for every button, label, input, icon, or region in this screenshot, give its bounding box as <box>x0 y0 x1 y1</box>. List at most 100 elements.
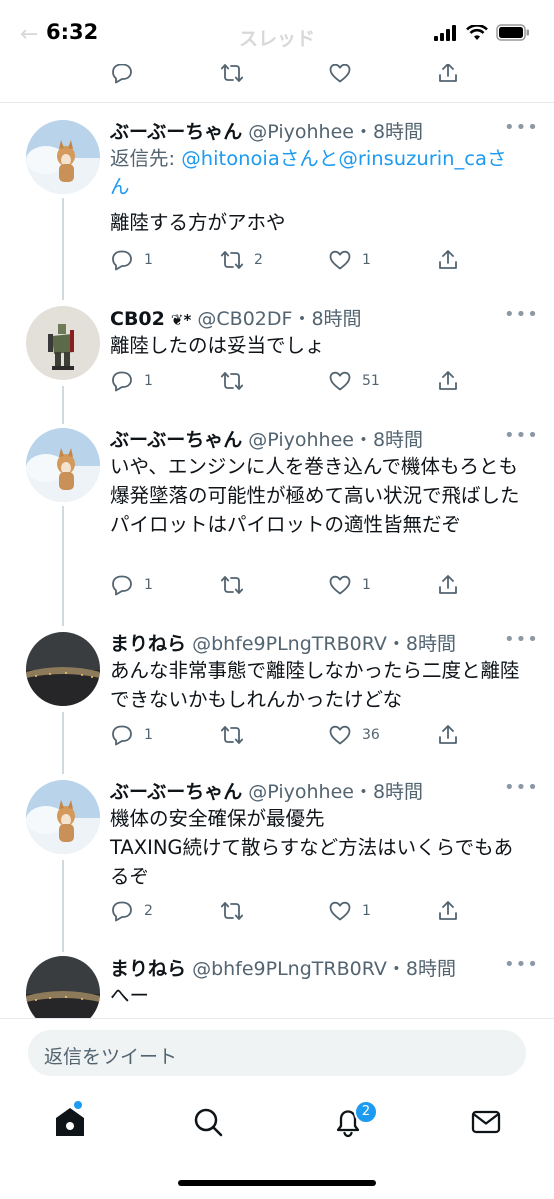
more-options-icon[interactable]: ••• <box>504 629 539 650</box>
like-button[interactable]: 36 <box>328 722 380 748</box>
user-handle[interactable]: @CB02DF <box>197 308 292 330</box>
heart-icon <box>329 725 351 745</box>
like-button[interactable]: 1 <box>328 572 371 598</box>
tweet-header: ぶーぶーちゃん @Piyohhee・8時間 <box>110 777 524 804</box>
reply-button[interactable]: 1 <box>110 368 153 394</box>
new-content-indicator <box>74 1101 82 1109</box>
reply-button[interactable]: 1 <box>110 247 153 273</box>
reply-button[interactable]: 2 <box>110 898 153 924</box>
mention-link[interactable]: @rinsuzurin_ca <box>338 147 487 170</box>
share-button[interactable] <box>436 368 460 394</box>
reply-connector: さんと <box>279 147 339 170</box>
tweet-time: ・8時間 <box>353 429 424 451</box>
divider <box>0 102 554 103</box>
reply-icon <box>112 901 132 922</box>
more-options-icon[interactable]: ••• <box>504 425 539 446</box>
figure-model-avatar-image <box>26 306 100 380</box>
like-button[interactable]: 1 <box>328 247 371 273</box>
avatar[interactable] <box>26 306 100 380</box>
tab-home[interactable] <box>52 1104 88 1140</box>
shiba-dog-avatar-image <box>26 120 100 194</box>
share-button[interactable] <box>436 722 460 748</box>
thread-line <box>62 386 64 424</box>
tweet-actions: 1 2 1 <box>110 247 460 273</box>
like-count: 51 <box>362 373 380 389</box>
user-handle[interactable]: @Piyohhee <box>248 781 354 803</box>
more-options-icon[interactable]: ••• <box>504 117 539 138</box>
night-view-avatar-image <box>26 632 100 706</box>
tweet-text: 離陸したのは妥当でしょ <box>110 334 325 357</box>
user-handle[interactable]: @Piyohhee <box>248 121 354 143</box>
status-bar: ← スレッド 6:32 <box>0 0 554 64</box>
tweet-actions: 1 51 <box>110 368 460 394</box>
retweet-count: 2 <box>254 252 263 268</box>
reply-count: 1 <box>144 373 153 389</box>
tweet-text: 機体の安全確保が最優先 TAXING続けて散らすなど方法はいくらでもあるぞ <box>110 807 514 888</box>
reply-icon <box>112 371 132 392</box>
heart-icon <box>329 63 351 83</box>
share-icon <box>439 371 457 390</box>
share-button[interactable] <box>436 247 460 273</box>
retweet-button[interactable] <box>220 722 254 748</box>
more-options-icon[interactable]: ••• <box>504 304 539 325</box>
avatar[interactable] <box>26 780 100 854</box>
tweet-header: まりねら @bhfe9PLngTRB0RV・8時間 <box>110 629 524 656</box>
shiba-dog-avatar-image <box>26 780 100 854</box>
battery-icon <box>496 24 529 41</box>
avatar[interactable] <box>26 632 100 706</box>
tweet-time: ・8時間 <box>353 121 424 143</box>
mail-icon <box>471 1110 501 1134</box>
tweet-header: CB02 ❦* @CB02DF・8時間 <box>110 304 524 331</box>
heart-icon <box>329 371 351 391</box>
retweet-button[interactable]: 2 <box>220 247 263 273</box>
reply-input[interactable]: 返信をツイート <box>28 1030 526 1076</box>
mention-link[interactable]: @hitonoia <box>181 147 280 170</box>
share-icon <box>439 575 457 594</box>
tab-messages[interactable] <box>468 1104 504 1140</box>
like-button[interactable]: 51 <box>328 368 380 394</box>
tweet-text: あんな非常事態で離陸しなかったら二度と離陸できないかもしれんかったけどな <box>110 659 520 711</box>
tweet-actions: 2 1 <box>110 898 460 924</box>
retweet-icon <box>220 64 244 82</box>
display-name[interactable]: ぶーぶーちゃん <box>110 781 242 803</box>
divider <box>0 1018 554 1019</box>
retweet-icon <box>220 726 244 744</box>
reply-button[interactable]: 1 <box>110 722 153 748</box>
reply-button[interactable]: 1 <box>110 572 153 598</box>
retweet-button[interactable] <box>220 898 254 924</box>
more-options-icon[interactable]: ••• <box>504 777 539 798</box>
reply-icon <box>112 725 132 746</box>
like-count: 1 <box>362 577 371 593</box>
display-name[interactable]: CB02 <box>110 308 165 330</box>
share-button[interactable] <box>436 898 460 924</box>
reply-count: 2 <box>144 903 153 919</box>
retweet-icon <box>220 902 244 920</box>
tab-bar <box>0 1088 554 1158</box>
tweet-actions: 1 36 <box>110 722 460 748</box>
shiba-dog-avatar-image <box>26 428 100 502</box>
tweet-text: へー <box>110 984 150 1007</box>
tweet-text: 離陸する方がアホや <box>110 211 286 234</box>
tweet-header: まりねら @bhfe9PLngTRB0RV・8時間 <box>110 954 524 981</box>
display-name[interactable]: ぶーぶーちゃん <box>110 429 242 451</box>
display-name[interactable]: ぶーぶーちゃん <box>110 121 242 143</box>
user-handle[interactable]: @bhfe9PLngTRB0RV <box>192 958 387 980</box>
user-handle[interactable]: @bhfe9PLngTRB0RV <box>192 633 387 655</box>
tweet-time: ・8時間 <box>353 781 424 803</box>
reply-icon <box>112 575 132 596</box>
avatar[interactable] <box>26 428 100 502</box>
home-indicator <box>178 1180 376 1186</box>
tab-search[interactable] <box>190 1104 226 1140</box>
display-name[interactable]: まりねら <box>110 958 186 980</box>
retweet-icon <box>220 251 244 269</box>
thread-line <box>62 198 64 300</box>
more-options-icon[interactable]: ••• <box>504 954 539 975</box>
retweet-button[interactable] <box>220 368 254 394</box>
like-button[interactable]: 1 <box>328 898 371 924</box>
user-handle[interactable]: @Piyohhee <box>248 429 354 451</box>
retweet-button[interactable] <box>220 572 254 598</box>
share-icon <box>439 901 457 920</box>
display-name[interactable]: まりねら <box>110 633 186 655</box>
avatar[interactable] <box>26 120 100 194</box>
share-button[interactable] <box>436 572 460 598</box>
